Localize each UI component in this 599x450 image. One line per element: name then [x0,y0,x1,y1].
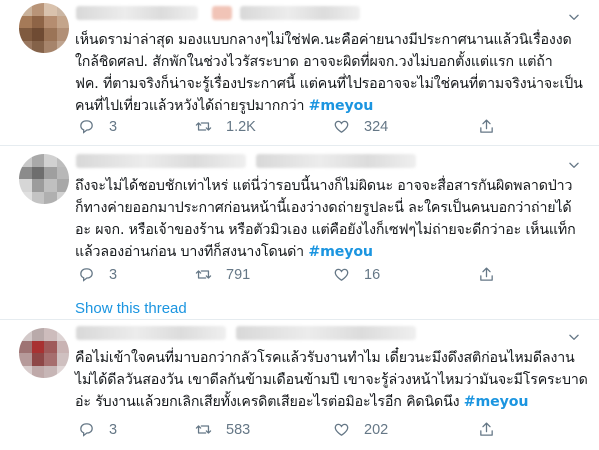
tweet-line-last: แล้วลองอ่านก่อน บางทีก็สงนางโดนด่า #meyo… [75,244,373,260]
tweet-line: อะ ผจก. หรือเจ้าของร้าน หรือตัวมิวเอง แต… [75,222,576,238]
tweet-line: คือไม่เข้าใจคนที่มาบอกว่ากลัวโรคแล้วรับง… [75,350,575,366]
chevron-down-icon[interactable] [567,330,581,344]
reply-button[interactable]: 3 [78,266,117,283]
tweet-text: ถึงจะไม่ได้ชอบชักเท่าไหร่ แต่นี่ว่ารอบนี… [75,175,590,263]
like-count: 324 [364,118,389,135]
tweet-line: ถึงจะไม่ได้ชอบชักเท่าไหร่ แต่นี่ว่ารอบนี… [75,178,573,194]
tweet-text: คือไม่เข้าใจคนที่มาบอกว่ากลัวโรคแล้วรับง… [75,347,590,413]
tweet-line-last: อ่ะ รับงานแล้วยกเลิกเสียทั้งเครดิตเสียอะ… [75,394,529,410]
reply-icon [80,423,93,437]
heart-icon [334,120,349,133]
share-button[interactable] [478,266,495,283]
hashtag-link[interactable]: #meyou [464,394,529,410]
user-name[interactable] [76,154,246,168]
share-icon [480,422,493,436]
retweet-button[interactable]: 1.2K [195,118,256,135]
reply-count: 3 [109,421,118,438]
tweet-line: ไม่ได้ดีลวันสองวัน เขาดีลกันข้ามเดือนข้า… [75,372,588,388]
hashtag-link[interactable]: #meyou [309,98,374,114]
show-thread-link[interactable]: Show this thread [75,300,187,317]
user-badge [212,6,232,20]
hashtag-link[interactable]: #meyou [308,244,373,260]
like-button[interactable]: 16 [333,266,380,283]
retweet-button[interactable]: 791 [195,266,250,283]
reply-button[interactable]: 3 [78,118,117,135]
chevron-down-icon[interactable] [567,10,581,24]
reply-count: 3 [109,266,118,283]
user-handle[interactable] [240,6,360,20]
heart-icon [334,423,349,436]
tweet-line: ก็ทางค่ายออกมาประกาศก่อนหน้านี้เองว่างดถ… [75,200,572,216]
share-button[interactable] [478,118,495,135]
tweet-line: ใกล้ชิดศลป. สักพักในช่วงไวรัสระบาด อาจจะ… [75,54,553,70]
share-icon [480,267,493,281]
reply-count: 3 [109,118,118,135]
retweet-icon [195,270,212,279]
user-handle[interactable] [256,154,416,168]
reply-icon [80,268,93,282]
tweet-actions: 3 583 202 [78,421,558,439]
tweet-line: ฟค. ที่ตามจริงก็น่าจะรู้เรื่องประกาศนี้ … [75,76,583,92]
user-name[interactable] [76,326,226,340]
heart-icon [334,268,349,281]
user-name[interactable] [76,6,198,20]
tweet-line-last: คนที่ไปเที่ยวแล้วหวังได้ถ่ายรูปมากกว่า #… [75,98,374,114]
avatar[interactable] [19,328,69,378]
chevron-down-icon[interactable] [567,158,581,172]
avatar[interactable] [19,154,69,204]
retweet-count: 1.2K [226,118,256,135]
user-handle[interactable] [236,326,416,340]
like-count: 16 [364,266,381,283]
avatar[interactable] [19,3,69,53]
share-icon [480,119,493,133]
reply-button[interactable]: 3 [78,421,117,438]
retweet-button[interactable]: 583 [195,421,250,438]
retweet-count: 791 [226,266,251,283]
tweet[interactable]: เห็นดราม่าล่าสุด มองแบบกลางๆไม่ใช่ฟค.นะค… [0,0,599,146]
like-count: 202 [364,421,389,438]
reply-icon [80,120,93,134]
like-button[interactable]: 324 [333,118,388,135]
retweet-icon [195,425,212,434]
tweet[interactable]: คือไม่เข้าใจคนที่มาบอกว่ากลัวโรคแล้วรับง… [0,320,599,450]
share-button[interactable] [478,421,495,438]
like-button[interactable]: 202 [333,421,388,438]
retweet-icon [195,122,212,131]
retweet-count: 583 [226,421,251,438]
tweet-text: เห็นดราม่าล่าสุด มองแบบกลางๆไม่ใช่ฟค.นะค… [75,29,590,117]
tweet[interactable]: ถึงจะไม่ได้ชอบชักเท่าไหร่ แต่นี่ว่ารอบนี… [0,146,599,320]
tweet-actions: 3 791 16 [78,266,558,284]
tweet-actions: 3 1.2K 324 [78,118,558,136]
tweet-line: เห็นดราม่าล่าสุด มองแบบกลางๆไม่ใช่ฟค.นะค… [75,32,572,48]
